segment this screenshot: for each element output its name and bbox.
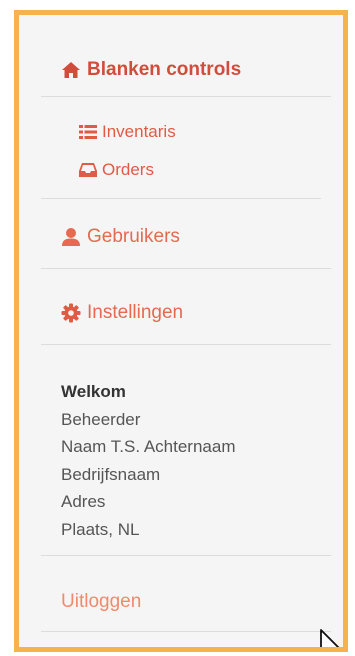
- gear-icon: [61, 303, 81, 323]
- nav-item-instellingen[interactable]: Instellingen: [61, 302, 183, 324]
- nav-item-gebruikers[interactable]: Gebruikers: [61, 226, 180, 248]
- divider: [41, 344, 331, 345]
- divider: [41, 555, 331, 556]
- divider: [41, 96, 331, 97]
- nav-item-orders[interactable]: Orders: [79, 160, 154, 180]
- sidebar-panel: Blanken controls Inventaris Orders Gebru…: [14, 10, 348, 652]
- welcome-heading: Welkom: [61, 382, 126, 401]
- welcome-block: Welkom Beheerder Naam T.S. Achternaam Be…: [61, 378, 236, 543]
- nav-title-blanken-controls[interactable]: Blanken controls: [61, 59, 241, 81]
- nav-item-label: Inventaris: [102, 122, 176, 141]
- divider: [41, 631, 331, 632]
- list-icon: [79, 123, 97, 141]
- user-name: Naam T.S. Achternaam: [61, 437, 236, 456]
- address: Adres: [61, 492, 106, 511]
- city: Plaats, NL: [61, 519, 140, 539]
- nav-title-label: Blanken controls: [87, 59, 242, 80]
- divider: [41, 268, 331, 269]
- user-role: Beheerder: [61, 409, 141, 429]
- user-icon: [61, 227, 81, 247]
- logout-link[interactable]: Uitloggen: [61, 591, 141, 613]
- company-name: Bedrijfsnaam: [61, 464, 161, 484]
- inbox-icon: [79, 161, 97, 179]
- nav-item-label: Gebruikers: [87, 226, 180, 247]
- divider: [41, 198, 321, 199]
- nav-item-inventaris[interactable]: Inventaris: [79, 122, 176, 142]
- home-icon: [61, 60, 81, 80]
- nav-item-label: Orders: [102, 160, 154, 179]
- nav-item-label: Instellingen: [87, 302, 184, 323]
- mouse-cursor-icon: [319, 628, 343, 647]
